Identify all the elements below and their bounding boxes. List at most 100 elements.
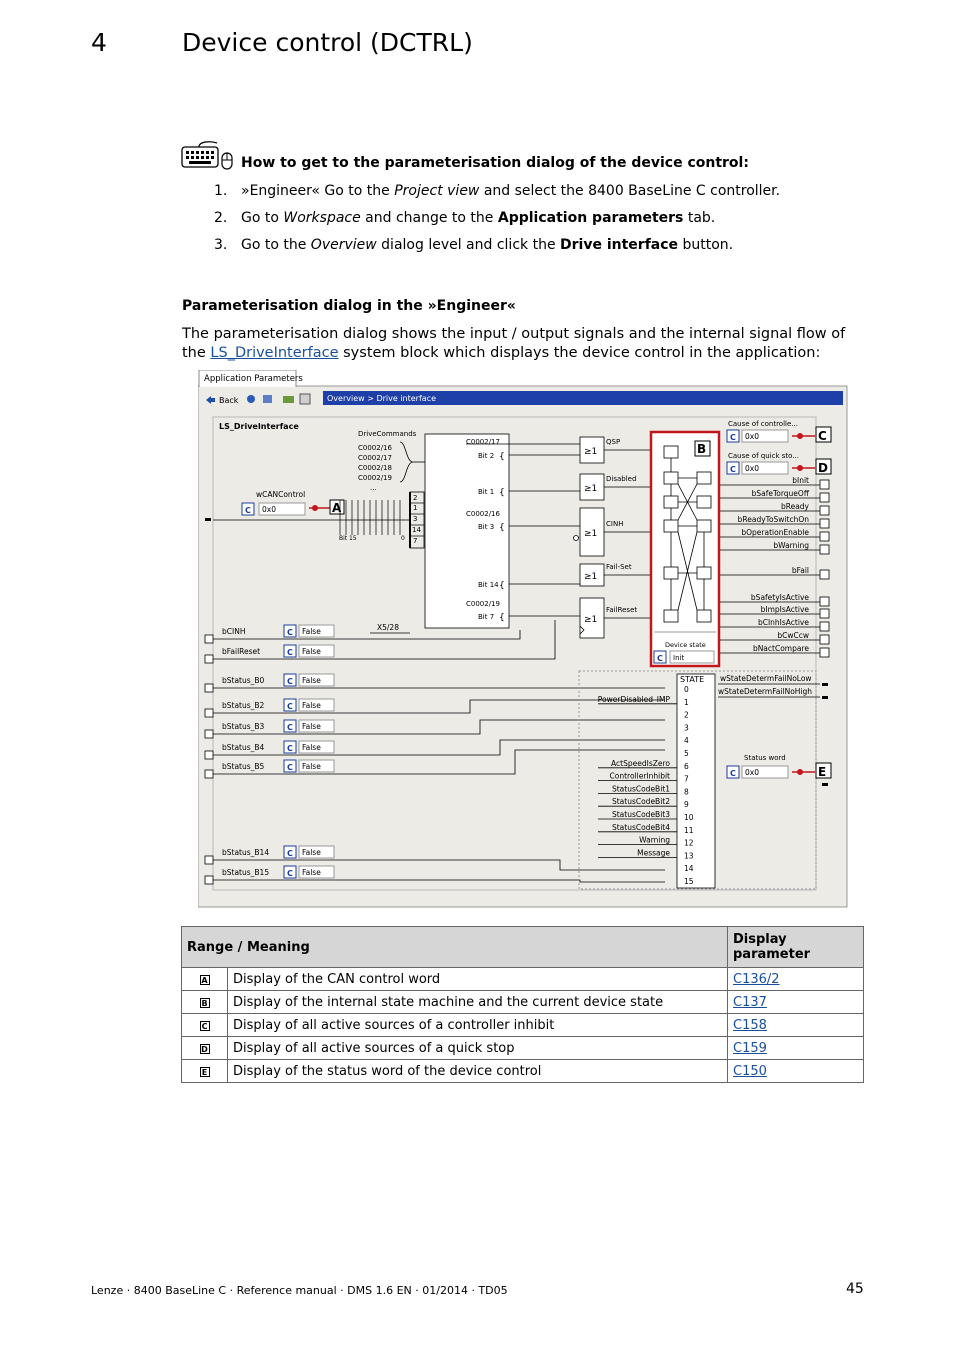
state-bit-number: 10 bbox=[684, 813, 694, 822]
func-code: C0002/17 bbox=[466, 438, 500, 446]
output-checkbox[interactable] bbox=[819, 479, 830, 490]
display-parameter-link[interactable]: C158 bbox=[733, 1018, 767, 1033]
input-value: False bbox=[302, 868, 321, 877]
footer-text: Lenze · 8400 BaseLine C · Reference manu… bbox=[91, 1284, 508, 1297]
mux-number: 1 bbox=[413, 504, 417, 512]
output-checkbox[interactable] bbox=[819, 505, 830, 516]
mux-number: 3 bbox=[413, 515, 417, 523]
code-label: C0002/18 bbox=[358, 464, 392, 472]
func-bit: Bit 2 bbox=[478, 452, 494, 460]
state-bit-number: 3 bbox=[684, 723, 689, 732]
gate-symbol: ≥1 bbox=[584, 572, 597, 582]
legend-key-cell: A bbox=[181, 967, 228, 991]
input-checkbox[interactable] bbox=[204, 634, 214, 644]
output-label: bSafeTorqueOff bbox=[752, 489, 810, 498]
input-label: bStatus_B2 bbox=[222, 701, 265, 710]
state-bit-number: 1 bbox=[684, 698, 689, 707]
legend-meaning: Display of all active sources of a contr… bbox=[227, 1013, 728, 1037]
legend-meaning: Display of all active sources of a quick… bbox=[227, 1036, 728, 1060]
input-checkbox[interactable] bbox=[204, 750, 214, 760]
brace-glyph: { bbox=[499, 523, 505, 533]
code-label: C0002/17 bbox=[358, 454, 392, 462]
output-checkbox[interactable] bbox=[819, 608, 830, 619]
state-signal-label: ControllerInhibit bbox=[610, 772, 671, 781]
output-checkbox[interactable] bbox=[819, 544, 830, 555]
table-row: A Display of the CAN control word C136/2 bbox=[181, 967, 864, 991]
display-parameter-link[interactable]: C137 bbox=[733, 995, 767, 1010]
state-label: STATE bbox=[680, 675, 704, 684]
function-block bbox=[424, 433, 510, 629]
func-code: C0002/16 bbox=[466, 510, 501, 518]
output-checkbox[interactable] bbox=[819, 531, 830, 542]
input-label: bStatus_B5 bbox=[222, 762, 265, 771]
output-checkbox[interactable] bbox=[819, 518, 830, 529]
legend-key-cell: E bbox=[181, 1059, 228, 1083]
gate-symbol: ≥1 bbox=[584, 484, 597, 494]
c-icon-letter: C bbox=[287, 702, 293, 711]
output-label: bReadyToSwitchOn bbox=[738, 515, 810, 524]
gate-symbol: ≥1 bbox=[584, 529, 597, 539]
back-button[interactable]: Back bbox=[219, 396, 239, 405]
state-bit-number: 15 bbox=[684, 877, 694, 886]
info-icon[interactable] bbox=[247, 395, 255, 403]
export-icon[interactable] bbox=[283, 396, 294, 403]
print-icon[interactable] bbox=[299, 393, 311, 405]
state-bit-number: 6 bbox=[684, 762, 689, 771]
state-bit-number: 5 bbox=[684, 749, 689, 758]
input-checkbox[interactable] bbox=[204, 855, 214, 865]
input-checkbox[interactable] bbox=[204, 729, 214, 739]
marker-c: C bbox=[818, 429, 827, 443]
gate-symbol: ≥1 bbox=[584, 447, 597, 457]
input-checkbox[interactable] bbox=[204, 875, 214, 885]
state-bit-number: 11 bbox=[684, 826, 694, 835]
ls-driveinterface-link[interactable]: LS_DriveInterface bbox=[210, 345, 338, 361]
step-2: 2. Go to Workspace and change to the Appl… bbox=[214, 210, 716, 226]
output-checkbox[interactable] bbox=[819, 492, 830, 503]
display-parameter-link[interactable]: C150 bbox=[733, 1064, 767, 1079]
output-label: bOperationEnable bbox=[741, 528, 809, 537]
brace-glyph: { bbox=[499, 613, 505, 623]
import-icon[interactable] bbox=[263, 395, 272, 403]
table-row: E Display of the status word of the devic… bbox=[181, 1059, 864, 1083]
state-bit-number: 0 bbox=[684, 685, 689, 694]
gate-label: CINH bbox=[606, 520, 623, 528]
output-label: bWarning bbox=[773, 541, 809, 550]
func-code: C0002/19 bbox=[466, 600, 500, 608]
x528-label: X5/28 bbox=[377, 623, 399, 632]
section-paragraph: The parameterisation dialog shows the in… bbox=[182, 326, 846, 361]
state-signal-label: StatusCodeBit3 bbox=[612, 810, 670, 819]
howto-title: How to get to the parameterisation dialo… bbox=[241, 155, 749, 171]
output-checkbox[interactable] bbox=[819, 634, 830, 645]
marker-a: A bbox=[332, 501, 342, 515]
tab-application-parameters[interactable]: Application Parameters bbox=[204, 374, 303, 384]
gate-label: Fail-Set bbox=[606, 563, 632, 571]
legend-meaning: Display of the status word of the device… bbox=[227, 1059, 728, 1083]
state-signal-label: StatusCodeBit4 bbox=[612, 823, 670, 832]
display-parameter-link[interactable]: C159 bbox=[733, 1041, 767, 1056]
output-checkbox[interactable] bbox=[819, 621, 830, 632]
marker-d: D bbox=[818, 461, 828, 475]
state-signal-label: PowerDisabled_IMP bbox=[598, 695, 671, 704]
input-checkbox[interactable] bbox=[204, 708, 214, 718]
output-checkbox[interactable] bbox=[819, 647, 830, 658]
wcan-value: 0x0 bbox=[262, 505, 276, 514]
table-row: D Display of all active sources of a quic… bbox=[181, 1036, 864, 1060]
breadcrumb: Overview > Drive interface bbox=[327, 394, 436, 403]
input-checkbox[interactable] bbox=[204, 654, 214, 664]
legend-meaning: Display of the CAN control word bbox=[227, 967, 728, 991]
input-value: False bbox=[302, 762, 321, 771]
display-parameter-link[interactable]: C136/2 bbox=[733, 972, 780, 987]
chapter-title: Device control (DCTRL) bbox=[182, 28, 473, 57]
c-icon-letter: C bbox=[730, 433, 736, 442]
input-label: bStatus_B4 bbox=[222, 743, 265, 752]
input-checkbox[interactable] bbox=[204, 769, 214, 779]
output-checkbox[interactable] bbox=[819, 596, 830, 607]
section-heading: Parameterisation dialog in the »Engineer… bbox=[182, 298, 516, 314]
input-value: False bbox=[302, 676, 321, 685]
code-label: C0002/16 bbox=[358, 444, 393, 452]
output-checkbox[interactable] bbox=[819, 569, 830, 580]
state-signal-label: Message bbox=[637, 848, 670, 857]
input-label: bCINH bbox=[222, 627, 245, 636]
input-checkbox[interactable] bbox=[204, 683, 214, 693]
state-bit-number: 7 bbox=[684, 775, 689, 784]
